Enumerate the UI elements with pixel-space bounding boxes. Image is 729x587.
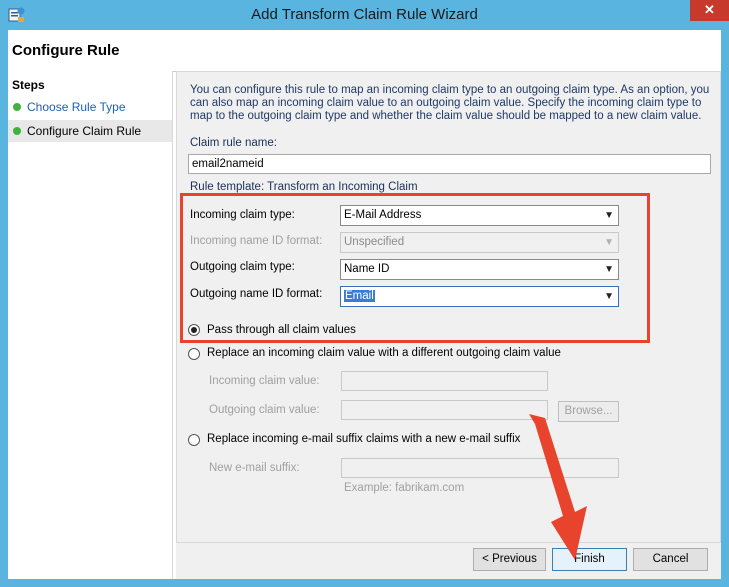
- outgoing-claim-value-label: Outgoing claim value:: [209, 404, 320, 416]
- title-bar[interactable]: Add Transform Claim Rule Wizard ✕: [0, 0, 729, 30]
- new-email-suffix-label: New e-mail suffix:: [209, 462, 300, 474]
- steps-panel: Steps Choose Rule Type Configure Claim R…: [8, 71, 173, 579]
- annotation-arrow-icon: [529, 414, 587, 560]
- rule-description: You can configure this rule to map an in…: [190, 84, 710, 122]
- example-hint: Example: fabrikam.com: [344, 482, 465, 494]
- close-icon: ✕: [704, 2, 715, 17]
- window-title: Add Transform Claim Rule Wizard: [251, 6, 478, 23]
- radio-replace-value[interactable]: [188, 348, 200, 360]
- step-current-icon: [13, 127, 21, 135]
- steps-heading: Steps: [12, 78, 45, 92]
- radio-replace-suffix-label[interactable]: Replace incoming e-mail suffix claims wi…: [207, 433, 520, 445]
- step-configure-claim-rule[interactable]: Configure Claim Rule: [8, 120, 172, 142]
- claim-rule-name-label: Claim rule name:: [190, 137, 277, 149]
- radio-replace-suffix[interactable]: [188, 434, 200, 446]
- step-label: Choose Rule Type: [27, 100, 126, 114]
- radio-replace-value-label[interactable]: Replace an incoming claim value with a d…: [207, 347, 561, 359]
- wizard-header: Configure Rule: [8, 30, 721, 72]
- step-complete-icon: [13, 103, 21, 111]
- page-title: Configure Rule: [12, 42, 120, 59]
- close-button[interactable]: ✕: [690, 0, 729, 21]
- claim-rule-name-input[interactable]: email2nameid: [188, 154, 711, 174]
- step-choose-rule-type[interactable]: Choose Rule Type: [8, 96, 172, 118]
- cancel-button[interactable]: Cancel: [633, 548, 708, 571]
- rule-template-label: Rule template: Transform an Incoming Cla…: [190, 181, 418, 193]
- incoming-claim-value-label: Incoming claim value:: [209, 375, 320, 387]
- highlight-box: [180, 193, 650, 343]
- step-label: Configure Claim Rule: [27, 124, 142, 138]
- adfs-wizard-icon: [8, 7, 25, 22]
- incoming-claim-value-input[interactable]: [341, 371, 548, 391]
